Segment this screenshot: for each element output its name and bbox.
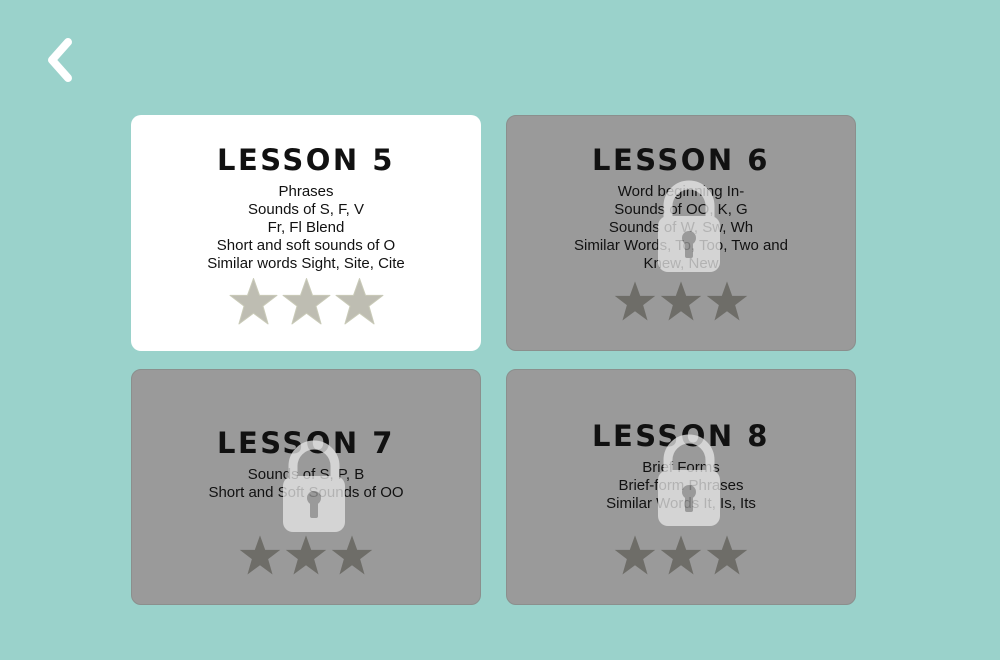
lesson-description: Sounds of S, P, B Short and Soft Sounds … [132,466,480,502]
star-icon [659,534,703,578]
star-rating [507,534,855,578]
star-icon [659,280,703,324]
star-icon [705,534,749,578]
lesson-topic: Short and Soft Sounds of OO [208,484,404,501]
star-icon [613,534,657,578]
lesson-topic: Phrases [278,183,334,200]
lesson-description: Phrases Sounds of S, F, V Fr, Fl Blend S… [131,183,481,273]
star-icon [281,277,332,328]
lesson-title: LESSON 5 [217,143,395,177]
star-icon [238,534,282,578]
lesson-topic: Similar words Sight, Site, Cite [207,255,405,272]
lesson-description: Brief Forms Brief-form Phrases Similar W… [507,459,855,513]
lesson-topic: Brief-form Phrases [618,477,744,494]
lesson-card-8[interactable]: LESSON 8 Brief Forms Brief-form Phrases … [506,369,856,605]
star-icon [284,534,328,578]
lesson-topic: Sounds of OO, K, G [614,201,748,218]
star-icon [228,277,279,328]
lesson-topic: Brief Forms [642,459,720,476]
star-icon [330,534,374,578]
lesson-topic: Sounds of W, Sw, Wh [608,219,754,236]
lesson-description: Word beginning In- Sounds of OO, K, G So… [507,183,855,273]
lesson-topic: Similar Words, To, Too, Two and [574,237,788,254]
star-icon [613,280,657,324]
star-rating [131,277,481,328]
lesson-card-7[interactable]: LESSON 7 Sounds of S, P, B Short and Sof… [131,369,481,605]
star-icon [334,277,385,328]
star-rating [507,280,855,324]
lesson-title: LESSON 7 [217,426,395,460]
lesson-topic: Sounds of S, F, V [248,201,364,218]
lesson-card-5[interactable]: LESSON 5 Phrases Sounds of S, F, V Fr, F… [131,115,481,351]
star-icon [705,280,749,324]
lesson-title: LESSON 8 [592,419,770,453]
lesson-topic: Short and soft sounds of O [216,237,396,254]
star-rating [132,534,480,578]
chevron-left-icon [48,38,72,82]
lesson-topic: Similar Words It, Is, Its [606,495,756,512]
lesson-topic: Fr, Fl Blend [267,219,345,236]
back-button[interactable] [44,36,78,84]
lesson-topic: Sounds of S, P, B [247,466,365,483]
lesson-topic: Knew, New [643,255,719,272]
lesson-title: LESSON 6 [592,143,770,177]
lesson-topic: Word beginning In- [617,183,745,200]
lesson-card-6[interactable]: LESSON 6 Word beginning In- Sounds of OO… [506,115,856,351]
